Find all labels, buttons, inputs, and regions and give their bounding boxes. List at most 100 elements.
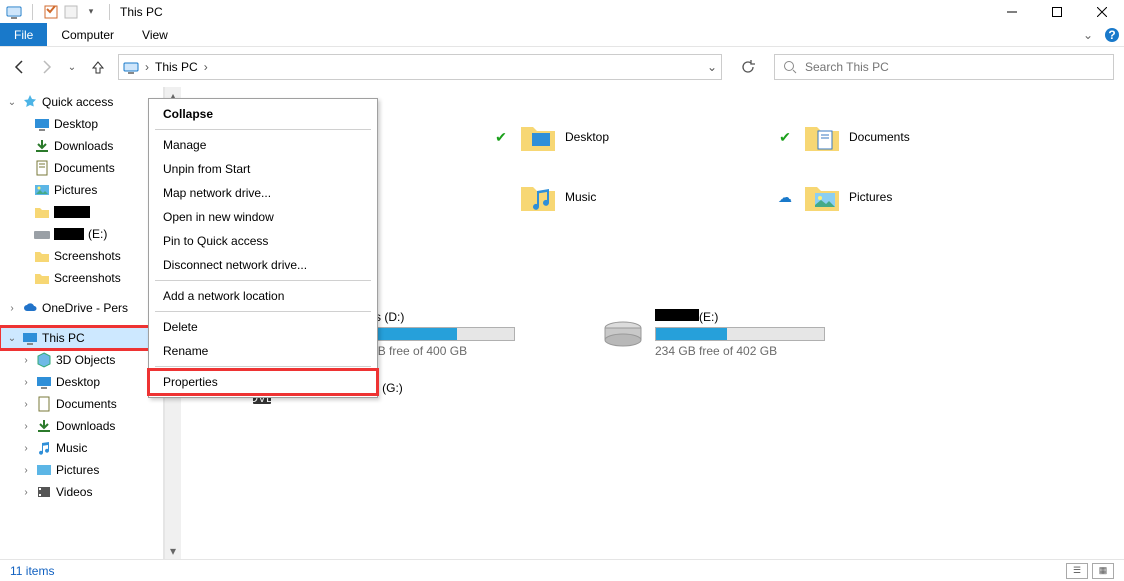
chevron-right-icon[interactable]: › xyxy=(6,303,18,314)
folder-icon xyxy=(803,179,839,215)
ctx-disconnect-drive[interactable]: Disconnect network drive... xyxy=(149,253,377,277)
computer-icon xyxy=(22,330,38,346)
tree-documents[interactable]: Documents xyxy=(0,157,158,179)
tree-desktop[interactable]: Desktop xyxy=(0,113,158,135)
svg-text:?: ? xyxy=(1108,28,1115,42)
folder-documents[interactable]: ✔ Documents xyxy=(777,115,1041,159)
ctx-add-location[interactable]: Add a network location xyxy=(149,284,377,308)
ribbon-collapse-icon[interactable]: ⌄ xyxy=(1076,23,1100,46)
qat-newfolder-icon[interactable] xyxy=(63,4,79,20)
ctx-unpin-start[interactable]: Unpin from Start xyxy=(149,157,377,181)
tree-redacted-drive[interactable]: (E:) xyxy=(0,223,158,245)
scroll-down-icon[interactable]: ▾ xyxy=(165,542,181,559)
qat-properties-icon[interactable] xyxy=(43,4,59,20)
cube-icon xyxy=(36,352,52,368)
chevron-right-icon[interactable]: › xyxy=(20,421,32,432)
tab-computer[interactable]: Computer xyxy=(47,23,128,46)
download-icon xyxy=(34,138,50,154)
tree-videos[interactable]: ›Videos xyxy=(0,481,158,503)
tree-pictures[interactable]: Pictures xyxy=(0,179,158,201)
chevron-right-icon[interactable]: › xyxy=(20,355,32,366)
tree-quick-access[interactable]: ⌄ Quick access xyxy=(0,91,158,113)
ctx-rename[interactable]: Rename xyxy=(149,339,377,363)
tab-file[interactable]: File xyxy=(0,23,47,46)
download-icon xyxy=(36,418,52,434)
folder-pictures[interactable]: ☁ Pictures xyxy=(777,175,1041,219)
view-large-button[interactable]: ▦ xyxy=(1092,563,1114,579)
tree-downloads[interactable]: ›Downloads xyxy=(0,415,158,437)
ctx-pin-quick[interactable]: Pin to Quick access xyxy=(149,229,377,253)
video-icon xyxy=(36,484,52,500)
help-icon[interactable]: ? xyxy=(1100,23,1124,46)
folder-icon xyxy=(519,119,555,155)
folder-icon xyxy=(34,248,50,264)
ctx-separator xyxy=(155,311,371,312)
chevron-right-icon[interactable]: › xyxy=(20,443,32,454)
ctx-manage[interactable]: Manage xyxy=(149,133,377,157)
up-button[interactable] xyxy=(88,57,108,77)
tree-desktop[interactable]: ›Desktop xyxy=(0,371,158,393)
ctx-separator xyxy=(155,129,371,130)
address-dropdown-icon[interactable]: ⌄ xyxy=(707,60,717,74)
chevron-down-icon[interactable]: ⌄ xyxy=(6,97,18,108)
search-box[interactable] xyxy=(774,54,1114,80)
minimize-button[interactable] xyxy=(989,0,1034,23)
ctx-delete[interactable]: Delete xyxy=(149,315,377,339)
window-title: This PC xyxy=(116,5,163,19)
forward-button[interactable] xyxy=(36,57,56,77)
close-button[interactable] xyxy=(1079,0,1124,23)
nav-tree: ⌄ Quick access Desktop Downloads Documen… xyxy=(0,87,158,559)
chevron-right-icon[interactable]: › xyxy=(20,399,32,410)
search-input[interactable] xyxy=(805,60,1105,74)
chevron-right-icon[interactable]: › xyxy=(20,487,32,498)
tree-pictures[interactable]: ›Pictures xyxy=(0,459,158,481)
app-icon xyxy=(6,4,22,20)
folder-icon xyxy=(34,204,50,220)
drive-e[interactable]: (E:) 234 GB free of 402 GB xyxy=(603,309,873,358)
maximize-button[interactable] xyxy=(1034,0,1079,23)
folder-music[interactable]: Music xyxy=(493,175,757,219)
sync-ok-icon: ✔ xyxy=(777,129,793,146)
location-icon xyxy=(123,59,139,75)
view-details-button[interactable]: ☰ xyxy=(1066,563,1088,579)
tree-3d-objects[interactable]: ›3D Objects xyxy=(0,349,158,371)
breadcrumb[interactable]: This PC xyxy=(155,60,198,74)
recent-button[interactable]: ⌄ xyxy=(62,57,82,77)
ctx-properties[interactable]: Properties xyxy=(149,370,377,394)
back-button[interactable] xyxy=(10,57,30,77)
tree-music[interactable]: ›Music xyxy=(0,437,158,459)
tree-onedrive[interactable]: ›OneDrive - Pers xyxy=(0,297,158,319)
tree-this-pc[interactable]: ⌄ This PC xyxy=(0,327,158,349)
chevron-right-icon[interactable]: › xyxy=(20,465,32,476)
breadcrumb-chevron-icon[interactable]: › xyxy=(145,60,149,74)
context-menu: Collapse Manage Unpin from Start Map net… xyxy=(148,98,378,398)
music-icon xyxy=(36,440,52,456)
hdd-icon xyxy=(603,318,643,350)
drive-name: (E:) xyxy=(655,309,873,324)
tree-screenshots[interactable]: Screenshots xyxy=(0,267,158,289)
folder-desktop[interactable]: ✔ Desktop xyxy=(493,115,757,159)
ctx-collapse[interactable]: Collapse xyxy=(149,102,377,126)
chevron-right-icon[interactable]: › xyxy=(20,377,32,388)
tree-redacted-folder[interactable] xyxy=(0,201,158,223)
drive-free-text: 234 GB free of 402 GB xyxy=(655,344,873,358)
address-bar[interactable]: › This PC › ⌄ xyxy=(118,54,722,80)
tree-screenshots[interactable]: Screenshots xyxy=(0,245,158,267)
qat-dropdown-icon[interactable]: ▾ xyxy=(83,4,99,20)
tree-downloads[interactable]: Downloads xyxy=(0,135,158,157)
tree-documents[interactable]: ›Documents xyxy=(0,393,158,415)
refresh-button[interactable] xyxy=(732,54,764,80)
tab-view[interactable]: View xyxy=(128,23,182,46)
sync-ok-icon: ✔ xyxy=(493,129,509,146)
ctx-map-drive[interactable]: Map network drive... xyxy=(149,181,377,205)
desktop-icon xyxy=(36,374,52,390)
title-bar: ▾ This PC xyxy=(0,0,1124,23)
chevron-down-icon[interactable]: ⌄ xyxy=(6,333,18,344)
star-icon xyxy=(22,94,38,110)
status-item-count: 11 items xyxy=(10,564,54,578)
cloud-icon xyxy=(22,300,38,316)
ctx-open-new-window[interactable]: Open in new window xyxy=(149,205,377,229)
folder-icon xyxy=(803,119,839,155)
picture-icon xyxy=(36,462,52,478)
breadcrumb-chevron-icon[interactable]: › xyxy=(204,60,208,74)
